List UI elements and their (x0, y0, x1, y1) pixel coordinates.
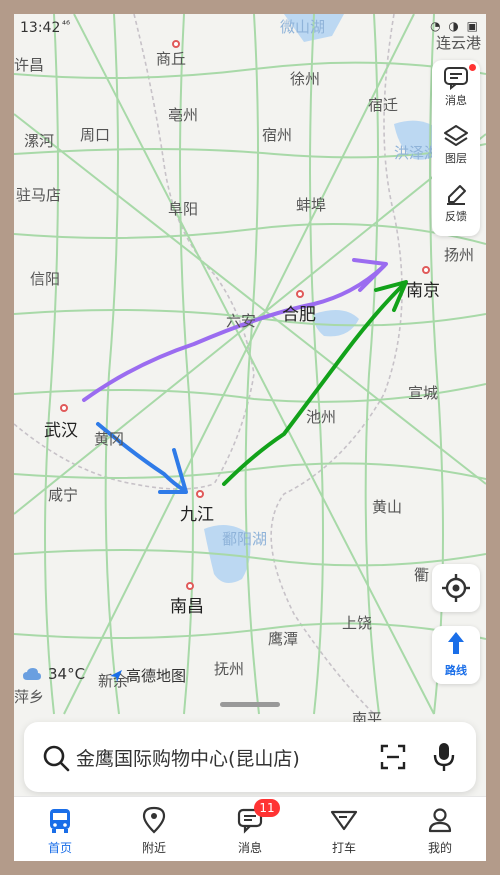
tab-label: 打车 (331, 841, 356, 855)
unread-badge: 11 (254, 799, 280, 817)
city-label[interactable]: 阜阳 (168, 198, 198, 219)
route-button[interactable]: 路线 (432, 626, 480, 684)
search-query: 金鹰国际购物中心(昆山店) (76, 748, 300, 770)
tab-label: 首页 (47, 841, 72, 855)
city-label[interactable]: 鹰潭 (268, 628, 298, 649)
city-label[interactable]: 商丘 (156, 48, 186, 69)
messages-label: 消息 (445, 94, 467, 107)
temperature: 34°C (48, 665, 86, 683)
city-label[interactable]: 亳州 (168, 104, 198, 125)
tab-nearby[interactable]: 附近 (124, 805, 184, 856)
network-indicator: ⁴⁶ (62, 20, 71, 31)
city-label[interactable]: 周口 (80, 124, 110, 145)
city-label[interactable]: 合肥 (282, 300, 316, 325)
crosshair-icon (442, 574, 470, 602)
bus-icon (50, 809, 70, 833)
person-icon (428, 808, 452, 833)
city-marker (60, 404, 68, 412)
map-tools-panel: 消息 图层 反馈 (432, 60, 480, 236)
city-label[interactable]: 徐州 (290, 68, 320, 89)
city-label[interactable]: 黄冈 (94, 428, 124, 449)
city-label[interactable]: 扬州 (444, 244, 474, 265)
city-label[interactable]: 连云港 (436, 32, 481, 53)
app-screen: 13:42 ⁴⁶ ◔ ◑ ▣ 连云港 微山湖 许昌 商丘 徐州 宿迁 亳州 漯河… (14, 14, 486, 861)
pencil-icon (447, 185, 466, 205)
scan-icon[interactable] (378, 742, 408, 772)
feedback-button[interactable]: 反馈 (432, 176, 480, 234)
city-label[interactable]: 九江 (180, 500, 214, 525)
status-time: 13:42 (20, 20, 61, 36)
drag-handle[interactable] (220, 702, 280, 707)
city-label[interactable]: 六安 (226, 310, 256, 331)
city-label[interactable]: 抚州 (214, 658, 244, 679)
bottom-tab-bar: 首页 附近 11 消息 打车 我的 (14, 796, 486, 861)
lake-label: 微山湖 (280, 18, 326, 36)
city-label[interactable]: 南昌 (170, 592, 204, 617)
message-icon (444, 67, 468, 90)
brand-name: 高德地图 (126, 667, 187, 685)
city-label[interactable]: 宿迁 (368, 94, 398, 115)
search-bar[interactable]: 金鹰国际购物中心(昆山店) (24, 722, 476, 792)
layers-icon (444, 125, 468, 146)
city-label[interactable]: 漯河 (24, 130, 54, 151)
feedback-label: 反馈 (445, 210, 467, 223)
city-label[interactable]: 信阳 (30, 268, 60, 289)
search-icon (43, 745, 70, 772)
location-pin-icon (142, 806, 166, 834)
microphone-icon[interactable] (430, 740, 458, 774)
city-marker (186, 582, 194, 590)
weather-widget[interactable]: 34°C (22, 665, 85, 683)
brand-logo: 高德地图 (108, 665, 186, 686)
city-marker (196, 490, 204, 498)
layers-button[interactable]: 图层 (432, 118, 480, 176)
route-label: 路线 (445, 664, 467, 677)
city-label[interactable]: 黄山 (372, 496, 402, 517)
tab-taxi[interactable]: 打车 (314, 805, 374, 856)
notification-dot (469, 64, 476, 71)
city-marker (422, 266, 430, 274)
city-label[interactable]: 蚌埠 (296, 194, 326, 215)
navigation-arrow-icon (110, 669, 122, 682)
city-label[interactable]: 宿州 (262, 124, 292, 145)
layers-label: 图层 (445, 152, 467, 165)
locate-button[interactable] (432, 564, 480, 612)
city-label[interactable]: 驻马店 (16, 184, 61, 205)
city-label[interactable]: 武汉 (44, 416, 78, 441)
status-icons: ◔ ◑ ▣ (430, 19, 480, 33)
tab-mine[interactable]: 我的 (410, 805, 470, 856)
city-label[interactable]: 衢 (414, 564, 429, 585)
tab-label: 消息 (237, 841, 262, 855)
lake-label: 鄱阳湖 (222, 530, 268, 548)
city-label[interactable]: 咸宁 (48, 484, 78, 505)
city-label[interactable]: 上饶 (342, 612, 372, 633)
city-label[interactable]: 萍乡 (14, 686, 44, 707)
city-label[interactable]: 池州 (306, 406, 336, 427)
tab-label: 我的 (427, 841, 452, 855)
city-label[interactable]: 南京 (406, 276, 440, 301)
cloud-icon (23, 668, 41, 680)
city-label[interactable]: 宣城 (408, 382, 438, 403)
tab-label: 附近 (141, 841, 166, 855)
tab-home[interactable]: 首页 (30, 805, 90, 856)
status-bar: 13:42 ⁴⁶ ◔ ◑ ▣ (14, 14, 486, 44)
city-marker (172, 40, 180, 48)
tab-messages[interactable]: 11 消息 (220, 799, 280, 856)
taxi-flag-icon (330, 810, 358, 831)
city-marker (296, 290, 304, 298)
city-label[interactable]: 许昌 (14, 54, 44, 75)
route-arrow-icon (448, 632, 464, 654)
messages-button[interactable]: 消息 (432, 60, 480, 118)
